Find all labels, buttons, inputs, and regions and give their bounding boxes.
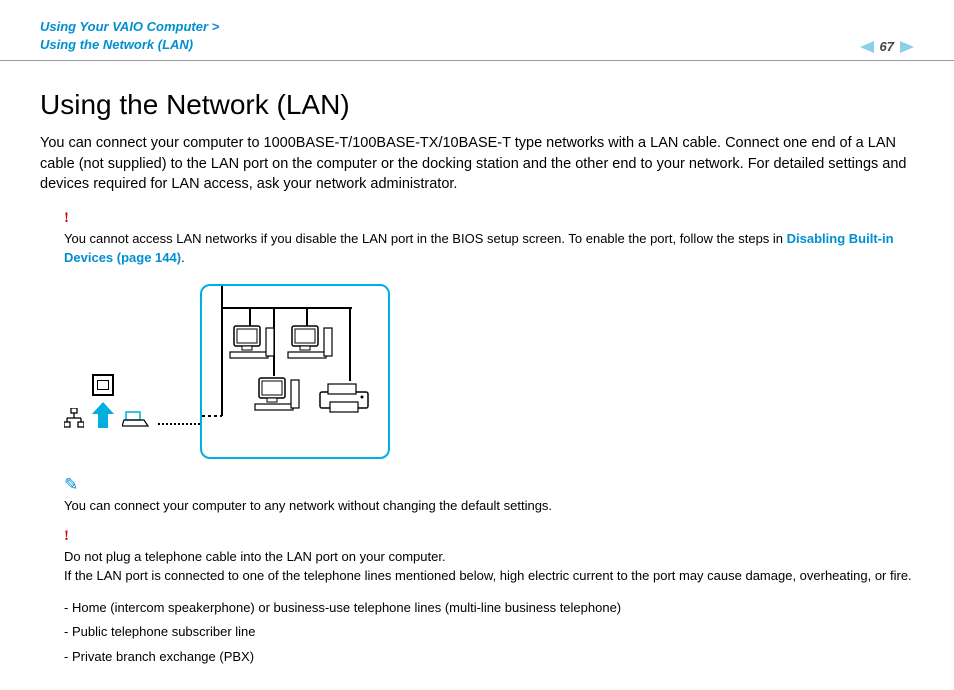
page-number: 67	[880, 39, 894, 54]
page-content: Using the Network (LAN) You can connect …	[0, 61, 954, 689]
breadcrumb-line1[interactable]: Using Your VAIO Computer >	[40, 18, 219, 36]
breadcrumb: Using Your VAIO Computer > Using the Net…	[40, 18, 219, 54]
list-item: Public telephone subscriber line	[64, 620, 914, 645]
next-page-arrow-icon[interactable]	[900, 41, 914, 53]
warning-icon: !	[64, 526, 914, 548]
tip-note: ✎ You can connect your computer to any n…	[64, 473, 914, 516]
laptop-icon	[122, 410, 150, 433]
network-box-svg	[202, 286, 386, 455]
network-topology-icon	[64, 408, 84, 433]
page-header: Using Your VAIO Computer > Using the Net…	[0, 0, 954, 61]
network-diagram	[64, 284, 914, 459]
lan-port-icon	[92, 374, 114, 396]
diagram-left-icons	[64, 374, 200, 459]
list-item: Private branch exchange (PBX)	[64, 645, 914, 670]
tip-text: You can connect your computer to any net…	[64, 497, 914, 516]
network-box	[200, 284, 390, 459]
warning-note-2: ! Do not plug a telephone cable into the…	[64, 526, 914, 585]
prev-page-arrow-icon[interactable]	[860, 41, 874, 53]
page-title: Using the Network (LAN)	[40, 89, 914, 121]
diagram-port-arrow-group	[92, 374, 114, 433]
warning-note-1: ! You cannot access LAN networks if you …	[64, 208, 914, 267]
arrow-up-icon	[92, 402, 114, 433]
warning1-suffix: .	[181, 250, 185, 265]
dotted-cable-line	[158, 423, 200, 425]
warning1-text: You cannot access LAN networks if you di…	[64, 231, 787, 246]
list-item: Home (intercom speakerphone) or business…	[64, 596, 914, 621]
page-navigation: 67	[860, 39, 914, 54]
intro-paragraph: You can connect your computer to 1000BAS…	[40, 133, 914, 194]
warning2-line2: If the LAN port is connected to one of t…	[64, 567, 914, 586]
warning2-line1: Do not plug a telephone cable into the L…	[64, 548, 914, 567]
telephone-lines-list: Home (intercom speakerphone) or business…	[64, 596, 914, 670]
breadcrumb-line2[interactable]: Using the Network (LAN)	[40, 36, 219, 54]
pencil-icon: ✎	[64, 473, 914, 498]
warning-icon: !	[64, 208, 914, 230]
